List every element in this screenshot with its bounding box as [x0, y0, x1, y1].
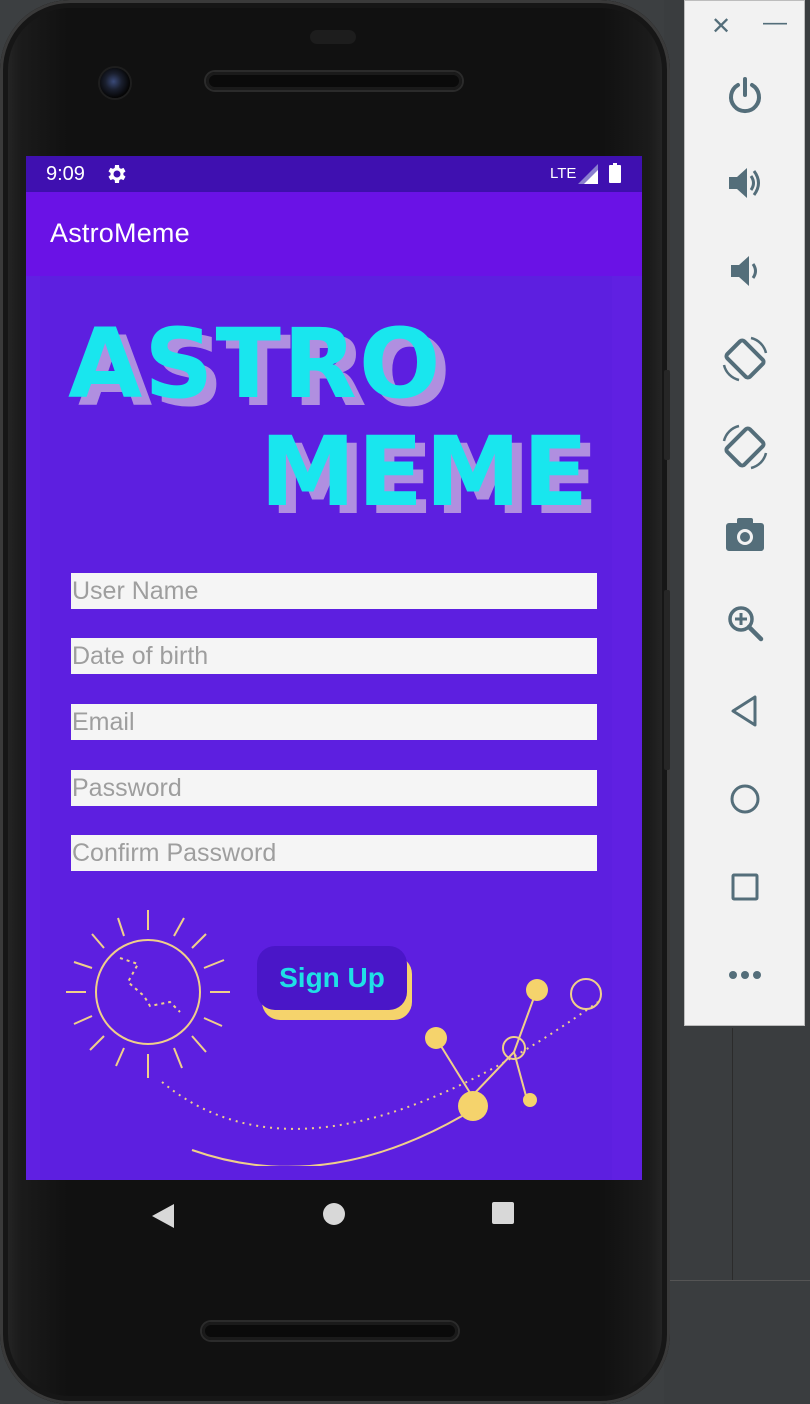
logo-line-2: MEME	[260, 416, 591, 528]
settings-gear-icon	[108, 165, 126, 183]
date-of-birth-input[interactable]	[71, 638, 597, 674]
front-camera	[100, 68, 130, 98]
rotate-left-icon	[722, 336, 768, 382]
emulator-home-button[interactable]	[719, 773, 771, 825]
volume-up-button[interactable]	[719, 157, 771, 209]
app-bar: AstroMeme	[26, 192, 642, 276]
sensor-slot	[310, 30, 356, 44]
bottom-speaker	[202, 1322, 458, 1340]
phone-side-button	[664, 590, 670, 770]
rotate-left-button[interactable]	[719, 333, 771, 385]
emulator-back-button[interactable]	[719, 685, 771, 737]
phone-side-button	[664, 370, 670, 460]
email-input[interactable]	[71, 704, 597, 740]
rotate-right-button[interactable]	[719, 421, 771, 473]
home-icon	[730, 784, 760, 814]
more-icon	[729, 971, 761, 979]
rotate-right-icon	[722, 424, 768, 470]
signup-button[interactable]: Sign Up	[257, 946, 407, 1010]
back-icon[interactable]	[150, 1202, 176, 1230]
zoom-icon	[728, 606, 764, 642]
power-icon	[729, 77, 761, 114]
status-time: 9:09	[46, 163, 85, 185]
password-input[interactable]	[71, 770, 597, 806]
minimize-icon[interactable]: —	[763, 11, 787, 35]
camera-icon	[726, 518, 764, 551]
volume-up-icon	[729, 168, 760, 198]
background-divider	[732, 1028, 733, 1280]
earpiece-speaker	[206, 72, 462, 90]
overview-icon	[731, 873, 759, 901]
recents-icon[interactable]	[492, 1202, 514, 1224]
astromeme-logo: ASTRO MEME	[62, 308, 588, 522]
sun-constellation-illustration	[66, 910, 602, 1166]
volume-down-icon	[731, 256, 757, 286]
status-bar: 9:09 LTE	[26, 156, 642, 192]
confirm-password-input[interactable]	[71, 835, 597, 871]
network-type-label: LTE	[550, 165, 577, 182]
back-icon	[731, 695, 757, 727]
more-options-button[interactable]	[719, 949, 771, 1001]
zoom-button[interactable]	[719, 597, 771, 649]
volume-down-button[interactable]	[719, 245, 771, 297]
app-title: AstroMeme	[50, 218, 190, 248]
home-icon[interactable]	[322, 1202, 346, 1226]
signal-icon	[578, 164, 598, 184]
battery-icon	[609, 163, 621, 183]
emulator-control-panel: ✕ —	[684, 0, 805, 1026]
background-divider	[664, 1280, 810, 1281]
phone-screen: 9:09 LTE AstroMeme ASTRO MEME User Name …	[26, 156, 642, 1180]
android-navigation-bar	[26, 1180, 642, 1252]
username-input[interactable]	[71, 573, 597, 609]
screenshot-button[interactable]	[719, 509, 771, 561]
emulator-overview-button[interactable]	[719, 861, 771, 913]
logo-line-1: ASTRO	[68, 308, 443, 420]
power-button[interactable]	[719, 69, 771, 121]
close-icon[interactable]: ✕	[711, 15, 731, 39]
